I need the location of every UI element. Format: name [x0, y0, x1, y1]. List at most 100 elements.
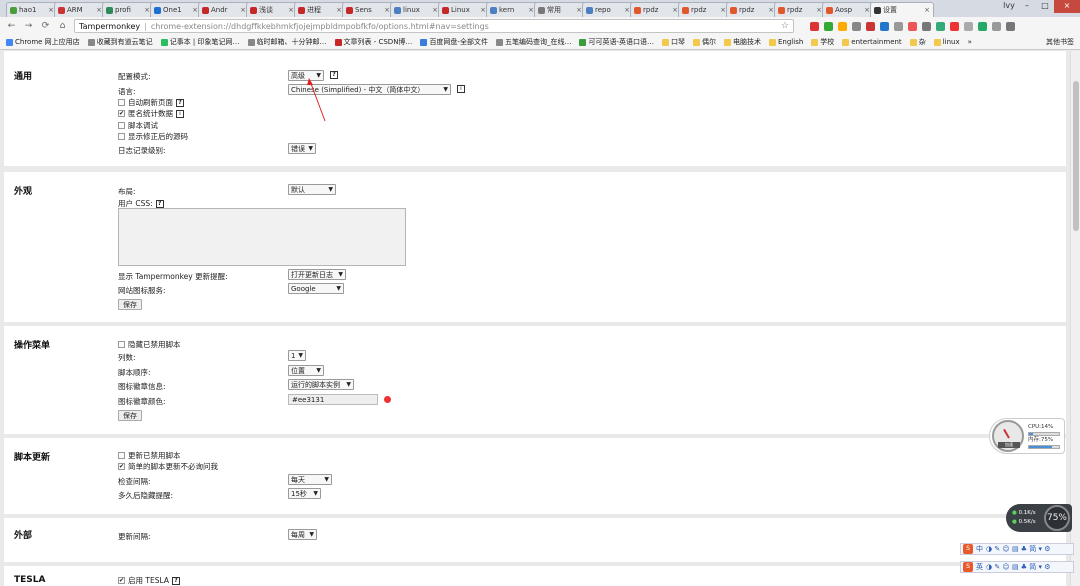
show-update-select[interactable]: 打开更新日志 ▼ — [288, 269, 346, 280]
browser-tab[interactable]: linux × — [390, 2, 442, 17]
browser-tab[interactable]: rpdz × — [726, 2, 778, 17]
info-icon[interactable]: i — [457, 85, 465, 93]
info-icon[interactable]: i — [176, 109, 184, 118]
extension-icon[interactable] — [922, 21, 931, 31]
extension-icon[interactable] — [880, 21, 889, 31]
bookmark-item[interactable]: 临时邮箱、十分钟邮… — [247, 37, 327, 47]
browser-tab[interactable]: Andr × — [198, 2, 250, 17]
bookmark-item[interactable]: entertainment — [842, 38, 902, 46]
browser-tab[interactable]: Aosp × — [822, 2, 874, 17]
bookmark-item[interactable]: English — [769, 38, 803, 46]
bookmark-item[interactable]: 文章列表 - CSDN博… — [334, 37, 412, 47]
browser-tab[interactable]: profi × — [102, 2, 154, 17]
browser-tab[interactable]: ARM × — [54, 2, 106, 17]
script-order-select[interactable]: 位置 ▼ — [288, 365, 324, 376]
extension-icon[interactable] — [866, 21, 875, 31]
badge-color-swatch[interactable] — [384, 396, 391, 403]
extension-icon[interactable] — [838, 21, 847, 31]
browser-tab[interactable]: kern × — [486, 2, 538, 17]
anon-stats-checkbox[interactable]: ✔ — [118, 110, 125, 117]
close-window-button[interactable]: × — [1054, 0, 1080, 13]
user-css-textarea[interactable] — [118, 208, 406, 266]
browser-tab[interactable]: Sens × — [342, 2, 394, 17]
update-interval-select[interactable]: 每周 ▼ — [288, 529, 317, 540]
extension-icon[interactable] — [1006, 21, 1015, 31]
bookmark-item[interactable]: linux — [933, 38, 960, 46]
extension-icon[interactable] — [852, 21, 861, 31]
show-fixed-src-checkbox[interactable] — [118, 133, 125, 140]
extension-icon[interactable] — [908, 21, 917, 31]
ime-tools-icons[interactable]: ◑ ✎ ☺ ▤ ♣ 简 ▾ ⚙ — [986, 562, 1051, 572]
layout-select[interactable]: 默认 ▼ — [288, 184, 336, 195]
badge-info-select[interactable]: 运行的脚本实例 ▼ — [288, 379, 354, 390]
ime-toolbar-1[interactable]: S 中 ◑ ✎ ☺ ▤ ♣ 简 ▾ ⚙ — [960, 543, 1074, 555]
browser-tab[interactable]: rpdz × — [774, 2, 826, 17]
browser-tab[interactable]: repo × — [582, 2, 634, 17]
ime-mode[interactable]: 中 — [976, 544, 983, 554]
save-button[interactable]: 保存 — [118, 410, 142, 421]
bookmark-item[interactable]: 五笔编码查询_在线… — [495, 37, 571, 47]
favicon-service-select[interactable]: Google ▼ — [288, 283, 344, 294]
system-monitor-widget[interactable]: 加速 CPU:14% 内存:75% — [989, 418, 1065, 454]
extension-icon[interactable] — [964, 21, 973, 31]
browser-tab[interactable]: 常用 × — [534, 2, 586, 17]
browser-tab[interactable]: 进程 × — [294, 2, 346, 17]
address-bar[interactable]: Tampermonkey | chrome-extension://dhdgff… — [74, 19, 794, 33]
columns-select[interactable]: 1 ▼ — [288, 350, 306, 361]
minimize-button[interactable]: – — [1018, 0, 1036, 13]
bookmark-item[interactable]: 偶尔 — [693, 37, 716, 47]
reload-icon[interactable]: ⟳ — [40, 21, 51, 32]
browser-tab[interactable]: hao1 × — [6, 2, 58, 17]
browser-tab[interactable]: 设置 × — [870, 2, 934, 17]
bookmark-item[interactable]: 记事本 | 印象笔记网… — [160, 37, 240, 47]
tesla-enable-checkbox[interactable]: ✔ — [118, 577, 125, 584]
extension-icon[interactable] — [894, 21, 903, 31]
browser-tab[interactable]: 浅谈 × — [246, 2, 298, 17]
bookmark-item[interactable]: 收藏到有道云笔记 — [87, 37, 153, 47]
extension-icon[interactable] — [824, 21, 833, 31]
extension-icon[interactable] — [936, 21, 945, 31]
extension-icon[interactable] — [978, 21, 987, 31]
other-bookmarks[interactable]: 其他书签 — [1046, 37, 1080, 47]
simple-no-ask-checkbox[interactable]: ✔ — [118, 463, 125, 470]
bookmark-item[interactable]: 杂 — [909, 37, 926, 47]
home-icon[interactable]: ⌂ — [57, 21, 68, 32]
maximize-button[interactable]: □ — [1036, 0, 1054, 13]
bookmark-item[interactable]: 学校 — [811, 37, 834, 47]
browser-tab[interactable]: One1 × — [150, 2, 202, 17]
log-level-select[interactable]: 错误 ▼ — [288, 143, 316, 154]
network-speed-widget[interactable]: ● 0.1K/s ● 0.5K/s 75% — [1006, 504, 1072, 532]
user-badge[interactable]: lvy — [1000, 0, 1018, 13]
extension-icon[interactable] — [950, 21, 959, 31]
ime-toolbar-2[interactable]: S 英 ◑ ✎ ☺ ▤ ♣ 简 ▾ ⚙ — [960, 561, 1074, 573]
bookmark-item[interactable]: 口琴 — [662, 37, 685, 47]
update-disabled-checkbox[interactable] — [118, 452, 125, 459]
hide-notify-select[interactable]: 15秒 ▼ — [288, 488, 321, 499]
bookmark-item[interactable]: 百度网盘-全部文件 — [420, 37, 488, 47]
help-icon[interactable]: ? — [176, 98, 184, 107]
ime-mode[interactable]: 英 — [976, 562, 983, 572]
help-icon[interactable]: ? — [171, 576, 180, 585]
bookmark-star-icon[interactable]: ☆ — [781, 21, 789, 31]
bookmark-item[interactable]: 可可英语-英语口语… — [579, 37, 654, 47]
check-interval-select[interactable]: 每天 ▼ — [288, 474, 332, 485]
bookmarks-overflow-button[interactable]: » — [968, 38, 972, 46]
badge-color-input[interactable]: #ee3131 — [288, 394, 378, 405]
scrollbar-thumb[interactable] — [1073, 81, 1079, 231]
tab-close-icon[interactable]: × — [924, 6, 930, 14]
auto-refresh-checkbox[interactable] — [118, 99, 125, 106]
back-icon[interactable]: ← — [6, 21, 17, 32]
browser-tab[interactable]: Linux × — [438, 2, 490, 17]
browser-tab[interactable]: rpdz × — [630, 2, 682, 17]
ime-tools-icons[interactable]: ◑ ✎ ☺ ▤ ♣ 简 ▾ ⚙ — [986, 544, 1051, 554]
hide-disabled-checkbox[interactable] — [118, 341, 125, 348]
browser-tab[interactable]: rpdz × — [678, 2, 730, 17]
bookmark-item[interactable]: Chrome 网上应用店 — [6, 37, 80, 47]
help-icon[interactable]: ? — [330, 71, 338, 79]
script-debug-checkbox[interactable] — [118, 122, 125, 129]
extension-icon[interactable] — [810, 21, 819, 31]
save-button[interactable]: 保存 — [118, 299, 142, 310]
forward-icon[interactable]: → — [23, 21, 34, 32]
extension-icon[interactable] — [992, 21, 1001, 31]
help-icon[interactable]: ? — [155, 199, 164, 208]
